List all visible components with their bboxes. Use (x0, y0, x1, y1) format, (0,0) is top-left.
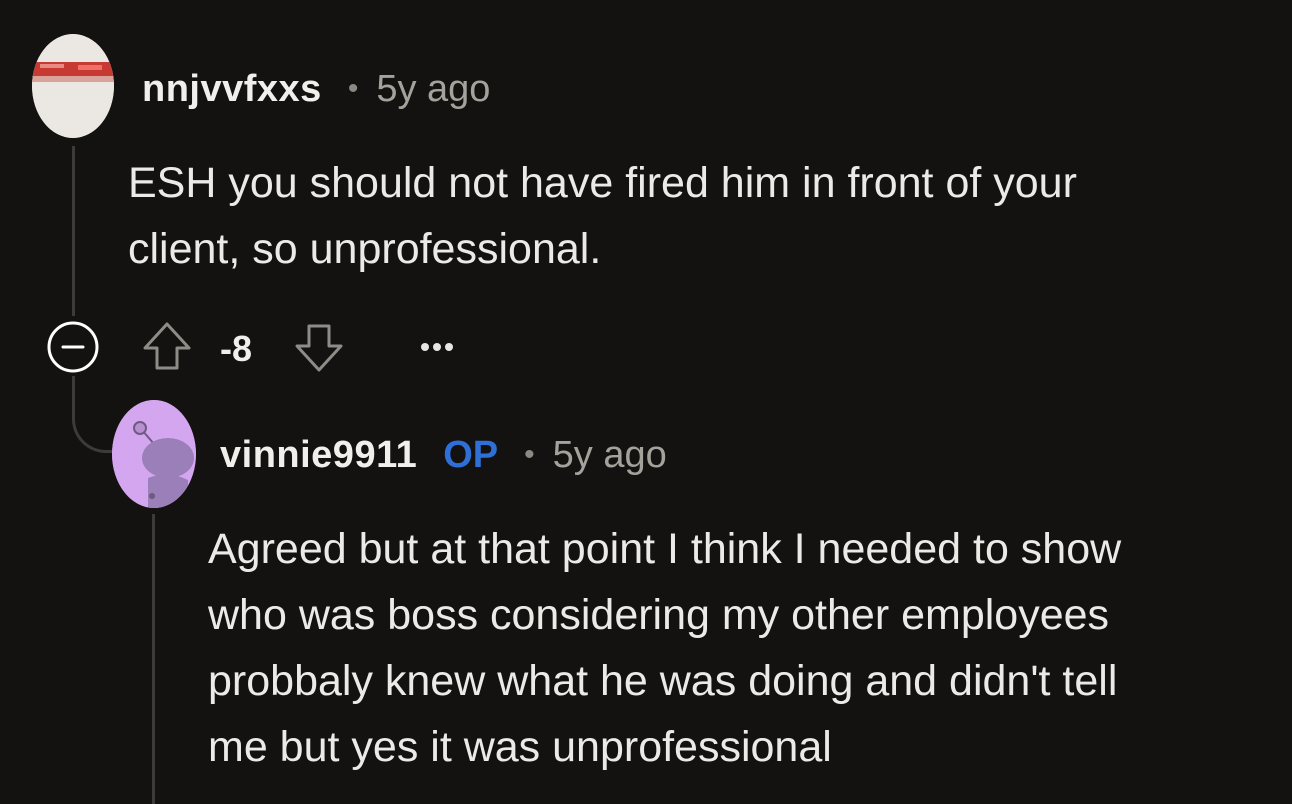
vote-score: -8 (220, 328, 253, 369)
timestamp: 5y ago (552, 433, 667, 476)
comment-line: Agreed but at that point I think I neede… (208, 525, 1122, 573)
comment-line: me but yes it was unprofessional (208, 723, 832, 771)
thread-line[interactable] (152, 514, 155, 804)
comment-line: ESH you should not have fired him in fro… (128, 159, 1077, 207)
more-options-button[interactable] (414, 330, 460, 364)
comment-thread: nnjvvfxxs • 5y ago ESH you should not ha… (0, 0, 1292, 804)
comment-body: ESH you should not have fired him in fro… (128, 150, 1077, 282)
op-badge: OP (443, 433, 499, 476)
thread-line[interactable] (72, 146, 75, 316)
username[interactable]: nnjvvfxxs (142, 68, 322, 111)
thread-connector (72, 400, 115, 453)
username[interactable]: vinnie9911 (220, 434, 417, 477)
collapse-button[interactable] (46, 320, 100, 374)
downvote-button[interactable] (292, 320, 346, 374)
arrow-down-icon (295, 324, 343, 372)
separator-dot: • (347, 72, 359, 105)
avatar[interactable] (112, 400, 196, 508)
ellipsis-icon (421, 343, 453, 351)
avatar[interactable] (32, 34, 114, 138)
comment-line: who was boss considering my other employ… (208, 591, 1110, 639)
snoo-avatar-icon (112, 400, 196, 508)
separator-dot: • (524, 438, 535, 471)
upvote-button[interactable] (140, 320, 194, 374)
avatar-image (32, 34, 114, 138)
timestamp: 5y ago (376, 67, 491, 110)
comment-line: client, so unprofessional. (128, 225, 602, 273)
comment-header: vinnie9911 OP • 5y ago (220, 430, 667, 480)
arrow-up-icon (143, 322, 191, 370)
comment-header: nnjvvfxxs • 5y ago (142, 64, 490, 114)
comment-line: probbaly knew what he was doing and didn… (208, 657, 1118, 705)
comment-body: Agreed but at that point I think I neede… (208, 516, 1121, 780)
minus-circle-icon (47, 321, 99, 373)
